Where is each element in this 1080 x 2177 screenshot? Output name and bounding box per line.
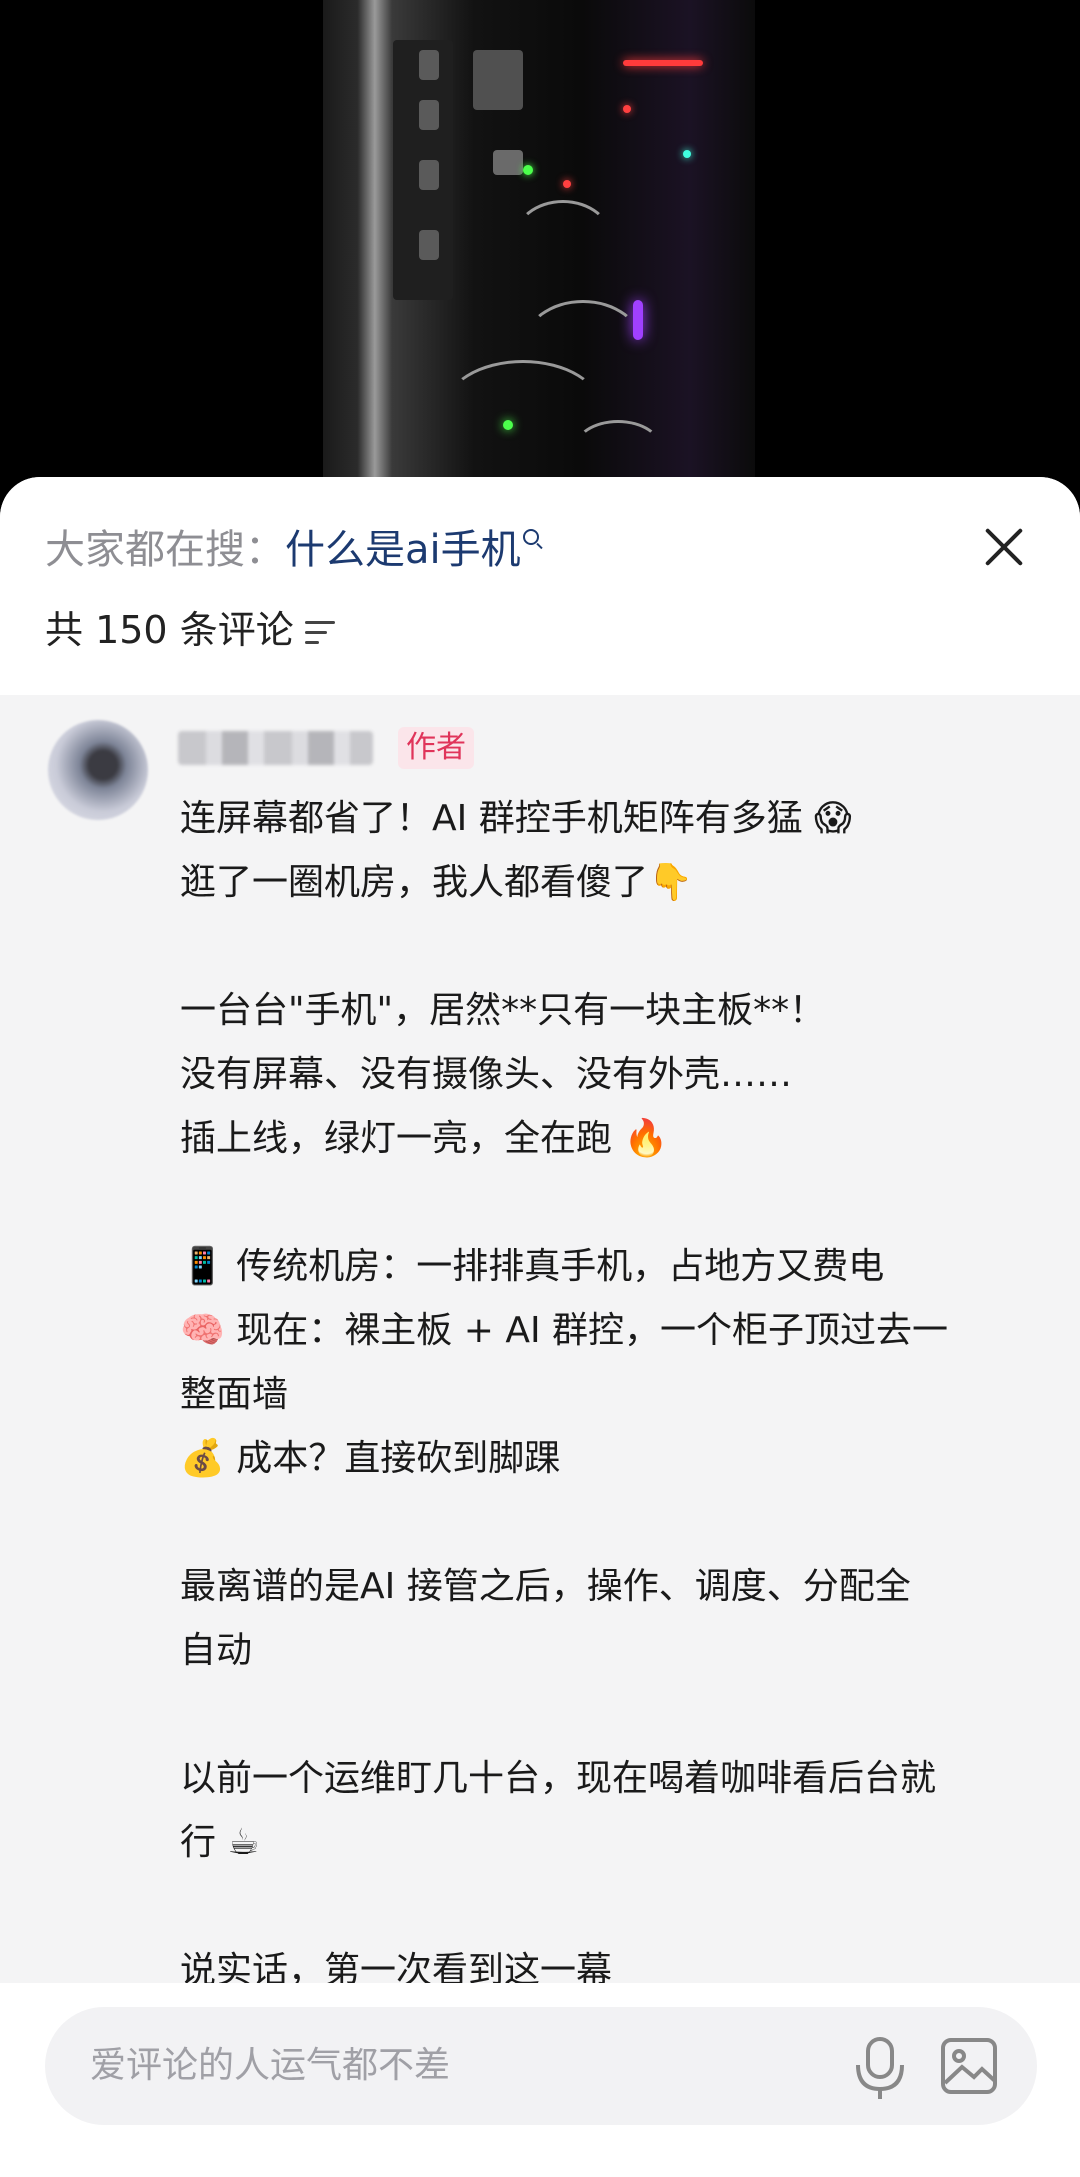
comment-line: 插上线，绿灯一亮，全在跑 🔥 [180, 1118, 669, 1159]
comment-sheet: 大家都在搜：什么是ai手机 共 150 条评论 作者 连屏幕都省了！AI 群控手… [0, 477, 1080, 2177]
sort-icon[interactable] [305, 619, 339, 647]
comment-line: 以前一个运维盯几十台，现在喝着咖啡看后台就 [180, 1758, 937, 1799]
image-icon[interactable] [940, 2037, 998, 2095]
comment-line: 自动 [180, 1630, 253, 1671]
comment-blank-line [180, 1683, 1050, 1747]
comment-input[interactable]: 爱评论的人运气都不差 [45, 2007, 1037, 2125]
comment-blank-line [180, 915, 1050, 979]
comment-line: 💰 成本？直接砍到脚踝 [180, 1438, 561, 1479]
hot-search-query[interactable]: 什么是ai手机 [285, 527, 521, 573]
author-badge: 作者 [398, 727, 474, 769]
video-player[interactable] [0, 0, 1080, 500]
hot-search-bar[interactable]: 大家都在搜：什么是ai手机 [45, 525, 539, 575]
comment-line: 📱 传统机房：一排排真手机，占地方又费电 [180, 1246, 885, 1287]
comment-blank-line [180, 1171, 1050, 1235]
comment-blank-line [180, 1875, 1050, 1939]
comment-line: 最离谱的是AI 接管之后，操作、调度、分配全 [180, 1566, 911, 1607]
comment-line: 逛了一圈机房，我人都看傻了👇 [180, 862, 693, 903]
avatar[interactable] [48, 720, 148, 820]
comment-line: 一台台"手机"，居然**只有一块主板**！ [180, 990, 826, 1031]
username-blurred[interactable] [178, 731, 373, 765]
hot-search-prefix: 大家都在搜： [45, 527, 285, 573]
close-icon[interactable] [976, 519, 1032, 575]
comment-input-placeholder: 爱评论的人运气都不差 [90, 2045, 451, 2086]
comment-sheet-header: 大家都在搜：什么是ai手机 共 150 条评论 [0, 477, 1080, 695]
comment-count: 共 150 条评论 [45, 608, 294, 652]
comment-line: 没有屏幕、没有摄像头、没有外壳…… [180, 1054, 793, 1095]
microphone-icon[interactable] [850, 2035, 910, 2101]
comment-input-bar: 爱评论的人运气都不差 [0, 1983, 1080, 2177]
comment-line: 连屏幕都省了！AI 群控手机矩阵有多猛 😱 [180, 798, 852, 839]
search-icon[interactable] [522, 529, 539, 545]
comment-line: 行 ☕ [180, 1822, 260, 1863]
comment-line: 🧠 现在：裸主板 + AI 群控，一个柜子顶过去一 [180, 1310, 949, 1351]
comment-line: 整面墙 [180, 1374, 289, 1415]
comment-text: 连屏幕都省了！AI 群控手机矩阵有多猛 😱 逛了一圈机房，我人都看傻了👇 一台台… [180, 787, 1050, 2003]
video-frame [323, 0, 755, 478]
comment-blank-line [180, 1491, 1050, 1555]
